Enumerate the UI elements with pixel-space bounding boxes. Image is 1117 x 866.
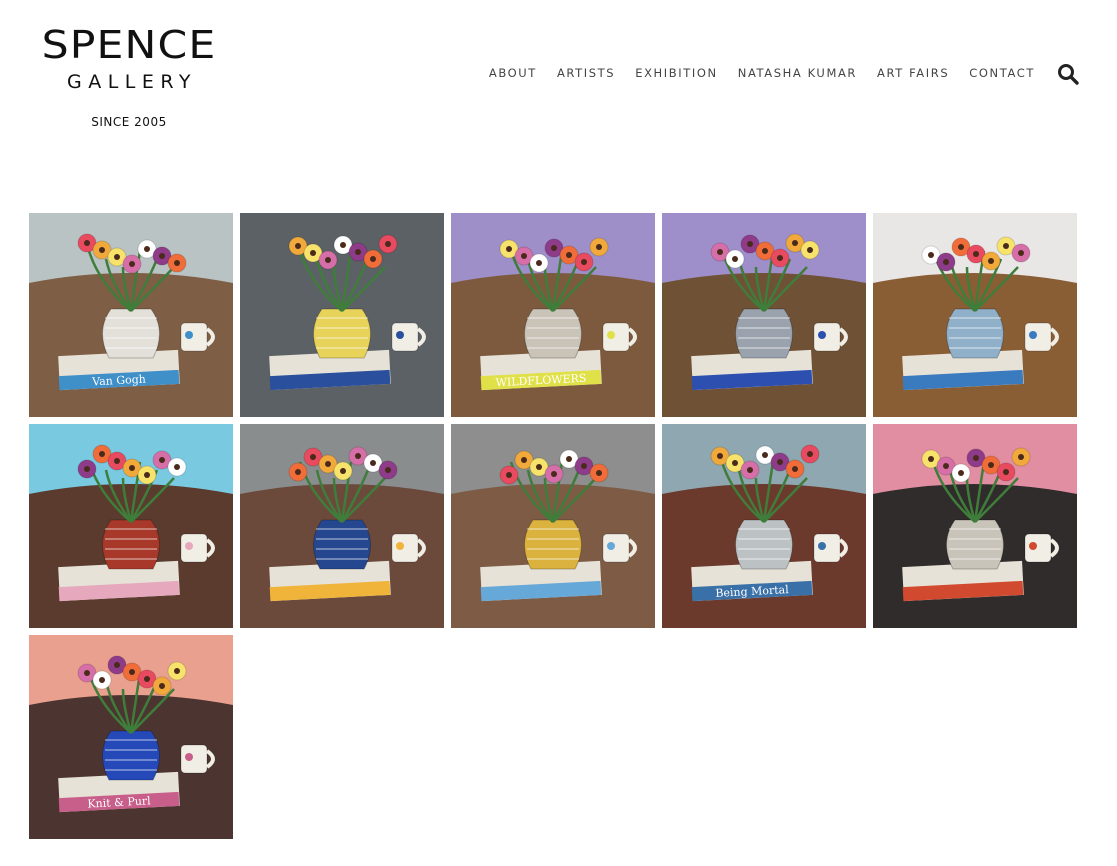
logo-title: SPENCE <box>41 23 217 67</box>
artwork-image <box>240 424 444 628</box>
artwork-image: Knit & Purl <box>29 635 233 839</box>
artwork-image <box>873 424 1077 628</box>
artwork-thumbnail[interactable] <box>29 424 233 628</box>
nav-natasha-kumar[interactable]: NATASHA KUMAR <box>738 66 857 80</box>
artwork-thumbnail[interactable]: Knit & Purl <box>29 635 233 839</box>
main-nav: ABOUT ARTISTS EXHIBITION NATASHA KUMAR A… <box>489 66 1035 80</box>
logo-subtitle: GALLERY <box>67 71 197 93</box>
artwork-image <box>451 424 655 628</box>
nav-exhibition[interactable]: EXHIBITION <box>635 66 718 80</box>
artwork-image: Van Gogh <box>29 213 233 417</box>
gallery-logo[interactable]: SPENCE GALLERY SINCE 2005 <box>40 26 218 129</box>
artwork-image: WILDFLOWERS <box>451 213 655 417</box>
artwork-thumbnail[interactable] <box>240 213 444 417</box>
artwork-image <box>29 424 233 628</box>
artwork-thumbnail[interactable] <box>240 424 444 628</box>
nav-about[interactable]: ABOUT <box>489 66 537 80</box>
artwork-thumbnail[interactable] <box>873 213 1077 417</box>
nav-art-fairs[interactable]: ART FAIRS <box>877 66 949 80</box>
artwork-thumbnail[interactable]: Being Mortal <box>662 424 866 628</box>
artwork-image <box>873 213 1077 417</box>
artwork-thumbnail[interactable] <box>873 424 1077 628</box>
artwork-image: Being Mortal <box>662 424 866 628</box>
nav-contact[interactable]: CONTACT <box>969 66 1035 80</box>
nav-artists[interactable]: ARTISTS <box>557 66 615 80</box>
logo-since: SINCE 2005 <box>91 115 167 129</box>
artwork-image <box>662 213 866 417</box>
artwork-thumbnail[interactable] <box>662 213 866 417</box>
artwork-thumbnail[interactable]: WILDFLOWERS <box>451 213 655 417</box>
artwork-image <box>240 213 444 417</box>
artwork-thumbnail[interactable] <box>451 424 655 628</box>
artwork-thumbnail[interactable]: Van Gogh <box>29 213 233 417</box>
search-icon[interactable] <box>1057 63 1079 85</box>
